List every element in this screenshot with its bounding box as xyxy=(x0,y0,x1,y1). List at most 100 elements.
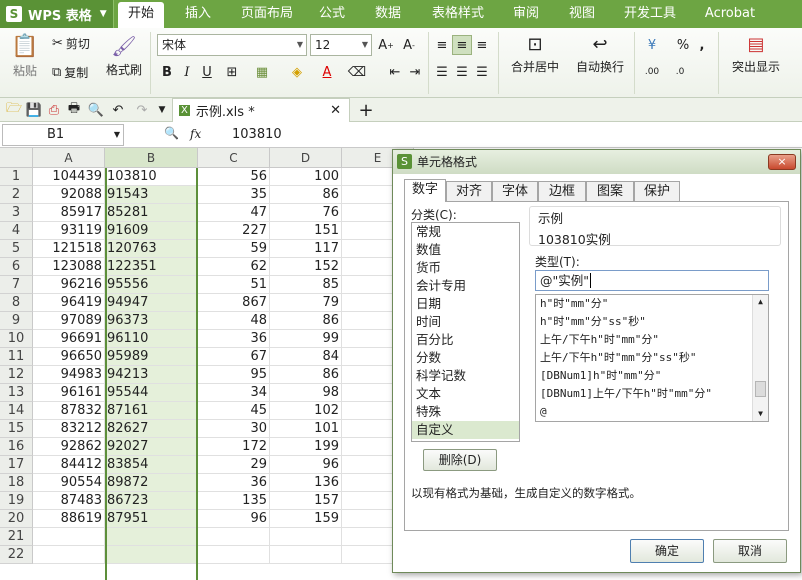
cell-a[interactable]: 85917 xyxy=(33,204,105,222)
category-item[interactable]: 科学记数 xyxy=(412,367,519,385)
cell-b[interactable]: 85281 xyxy=(105,204,198,222)
cell-c[interactable]: 67 xyxy=(198,348,270,366)
row-header[interactable]: 8 xyxy=(0,294,33,312)
tab-border[interactable]: 边框 xyxy=(538,181,586,201)
print-icon[interactable]: 🖶 xyxy=(64,100,84,120)
font-name-select[interactable]: 宋体 ▼ xyxy=(157,34,307,56)
row-header[interactable]: 21 xyxy=(0,528,33,546)
tab-page-layout[interactable]: 页面布局 xyxy=(236,0,298,28)
row-header[interactable]: 18 xyxy=(0,474,33,492)
category-item[interactable]: 特殊 xyxy=(412,403,519,421)
row-header[interactable]: 17 xyxy=(0,456,33,474)
cell-a[interactable]: 83212 xyxy=(33,420,105,438)
type-list-item[interactable]: [DBNum1]h"时"mm"分" xyxy=(536,367,768,385)
wrap-text-button[interactable]: ↩ 自动换行 xyxy=(574,34,626,75)
italic-icon[interactable]: I xyxy=(177,62,197,82)
type-list-item[interactable]: 上午/下午h"时"mm"分"ss"秒" xyxy=(536,349,768,367)
cell-c[interactable]: 56 xyxy=(198,168,270,186)
copy-button[interactable]: ⧉ 复制 xyxy=(52,64,88,81)
tab-number[interactable]: 数字 xyxy=(404,179,446,202)
cell-d[interactable]: 199 xyxy=(270,438,342,456)
cell-d[interactable] xyxy=(270,546,342,564)
cell-c[interactable]: 48 xyxy=(198,312,270,330)
highlight-button[interactable]: ▤ 突出显示 xyxy=(726,34,786,75)
cell-d[interactable]: 152 xyxy=(270,258,342,276)
category-item[interactable]: 时间 xyxy=(412,313,519,331)
row-header[interactable]: 5 xyxy=(0,240,33,258)
cell-d[interactable]: 99 xyxy=(270,330,342,348)
zoom-icon[interactable]: 🔍 xyxy=(164,126,179,140)
cell-b[interactable]: 91609 xyxy=(105,222,198,240)
formula-input[interactable]: 103810 xyxy=(232,127,282,142)
cell-b[interactable]: 96110 xyxy=(105,330,198,348)
cell-c[interactable]: 30 xyxy=(198,420,270,438)
row-header[interactable]: 12 xyxy=(0,366,33,384)
type-list-item[interactable]: [DBNum1]上午/下午h"时"mm"分" xyxy=(536,385,768,403)
comma-style-icon[interactable]: , xyxy=(692,35,712,55)
row-header[interactable]: 20 xyxy=(0,510,33,528)
cell-a[interactable]: 88619 xyxy=(33,510,105,528)
cell-b[interactable]: 94947 xyxy=(105,294,198,312)
delete-button[interactable]: 删除(D) xyxy=(423,449,497,471)
cell-c[interactable] xyxy=(198,528,270,546)
cell-b[interactable]: 95989 xyxy=(105,348,198,366)
cell-d[interactable]: 117 xyxy=(270,240,342,258)
paste-button[interactable]: 📋 粘贴 xyxy=(8,34,42,79)
shrink-font-icon[interactable]: A- xyxy=(399,35,419,55)
column-header-d[interactable]: D xyxy=(270,148,342,168)
cut-button[interactable]: ✂ 剪切 xyxy=(52,35,90,52)
category-item[interactable]: 文本 xyxy=(412,385,519,403)
cell-b[interactable]: 82627 xyxy=(105,420,198,438)
increase-decimal-icon[interactable]: .00 xyxy=(642,62,662,82)
app-menu-button[interactable]: S WPS 表格 ▼ xyxy=(0,0,114,28)
cell-c[interactable]: 35 xyxy=(198,186,270,204)
function-icon[interactable]: fx xyxy=(190,127,201,141)
decrease-indent-icon[interactable]: ⇤ xyxy=(385,62,405,82)
cell-c[interactable]: 95 xyxy=(198,366,270,384)
cell-d[interactable]: 101 xyxy=(270,420,342,438)
category-item[interactable]: 自定义 xyxy=(412,421,519,439)
cell-a[interactable]: 92862 xyxy=(33,438,105,456)
cell-a[interactable]: 87832 xyxy=(33,402,105,420)
cell-d[interactable]: 96 xyxy=(270,456,342,474)
category-item[interactable]: 分数 xyxy=(412,349,519,367)
cell-a[interactable]: 90554 xyxy=(33,474,105,492)
row-header[interactable]: 15 xyxy=(0,420,33,438)
cell-a[interactable]: 96650 xyxy=(33,348,105,366)
category-item[interactable]: 常规 xyxy=(412,223,519,241)
cell-b[interactable]: 91543 xyxy=(105,186,198,204)
cell-d[interactable]: 159 xyxy=(270,510,342,528)
cell-d[interactable]: 85 xyxy=(270,276,342,294)
align-left-icon[interactable]: ☰ xyxy=(432,62,452,82)
cell-b[interactable]: 95556 xyxy=(105,276,198,294)
cell-a[interactable]: 121518 xyxy=(33,240,105,258)
type-list-item[interactable]: @ xyxy=(536,403,768,421)
cell-c[interactable]: 172 xyxy=(198,438,270,456)
cell-a[interactable]: 96691 xyxy=(33,330,105,348)
export-pdf-icon[interactable]: ⎙ xyxy=(44,100,64,120)
row-header[interactable]: 13 xyxy=(0,384,33,402)
tab-data[interactable]: 数据 xyxy=(368,0,408,28)
cell-b[interactable] xyxy=(105,546,198,564)
scroll-up-icon[interactable]: ▲ xyxy=(753,295,768,309)
cell-a[interactable]: 97089 xyxy=(33,312,105,330)
cell-d[interactable]: 84 xyxy=(270,348,342,366)
cell-d[interactable]: 136 xyxy=(270,474,342,492)
format-painter-button[interactable]: 🖌 格式刷 xyxy=(104,34,144,78)
print-preview-icon[interactable]: 🔍 xyxy=(86,100,106,120)
select-all-corner[interactable] xyxy=(0,148,33,168)
cancel-button[interactable]: 取消 xyxy=(713,539,787,563)
cell-d[interactable]: 76 xyxy=(270,204,342,222)
cell-b[interactable]: 95544 xyxy=(105,384,198,402)
save-icon[interactable]: 💾 xyxy=(24,100,44,120)
row-header[interactable]: 7 xyxy=(0,276,33,294)
category-item[interactable]: 日期 xyxy=(412,295,519,313)
cell-b[interactable]: 89872 xyxy=(105,474,198,492)
row-header[interactable]: 3 xyxy=(0,204,33,222)
cell-a[interactable]: 84412 xyxy=(33,456,105,474)
cell-c[interactable]: 135 xyxy=(198,492,270,510)
cell-c[interactable]: 59 xyxy=(198,240,270,258)
row-header[interactable]: 10 xyxy=(0,330,33,348)
tab-formulas[interactable]: 公式 xyxy=(312,0,352,28)
percent-icon[interactable]: % xyxy=(673,35,693,55)
